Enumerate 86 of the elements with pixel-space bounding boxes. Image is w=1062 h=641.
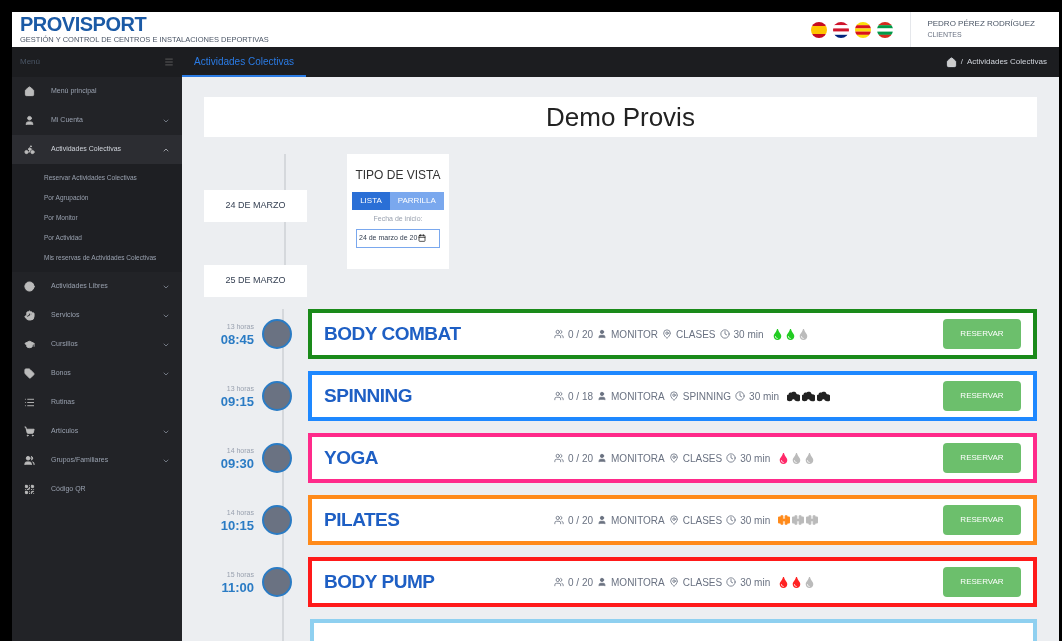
clock-icon — [726, 515, 737, 525]
location-pin-icon — [668, 515, 679, 525]
users-icon — [24, 455, 35, 466]
monitor-text: MONITOR — [611, 327, 659, 342]
intensity-dumbbell-icon — [792, 514, 805, 526]
page-title: Demo Provis — [204, 97, 1037, 137]
cart-icon — [24, 426, 35, 437]
activity-title: BODY COMBAT — [324, 321, 462, 346]
home-icon[interactable] — [945, 56, 957, 68]
duration-text: 30 min — [740, 575, 771, 590]
capacity-text: 0 / 20 — [568, 575, 594, 590]
clock-icon — [719, 329, 730, 339]
sidebar-title: Menú — [20, 56, 40, 68]
time-label: 10:15 — [220, 518, 254, 532]
duration-text: 30 min — [733, 327, 764, 342]
calendar-icon[interactable] — [418, 234, 427, 242]
user-icon — [597, 453, 608, 463]
place-text: CLASES — [676, 327, 716, 342]
clock-icon — [735, 391, 746, 401]
intensity-drop-icon — [791, 452, 803, 464]
activity-title: YOGA — [324, 445, 380, 470]
time-label: 09:30 — [220, 456, 254, 470]
ball-icon — [24, 281, 35, 292]
users-icon — [554, 515, 564, 525]
activity-title: SPINNING — [324, 383, 414, 408]
breadcrumb-separator: / — [960, 56, 963, 68]
bicycle-icon — [24, 144, 35, 155]
user-icon — [597, 515, 608, 525]
monitor-text: MONITORA — [611, 575, 665, 590]
intensity-dumbbell-icon — [806, 514, 819, 526]
activity-title: PILATES — [324, 507, 401, 532]
clock-icon — [726, 577, 737, 587]
flag-icon[interactable] — [810, 20, 829, 39]
time-label: 11:00 — [221, 580, 254, 594]
avatar-placeholder — [262, 381, 292, 411]
flag-icon[interactable] — [832, 20, 851, 39]
monitor-text: MONITORA — [611, 389, 665, 404]
qr-code-icon — [24, 484, 35, 495]
date-label: 24 DE MARZO — [204, 190, 307, 222]
user-icon — [597, 329, 608, 339]
view-toggle[interactable]: LISTA — [352, 192, 390, 210]
users-icon — [554, 453, 564, 463]
users-icon — [554, 577, 564, 587]
monitor-text: MONITORA — [611, 513, 665, 528]
logo[interactable]: PROVISPORT — [20, 13, 269, 34]
capacity-text: 0 / 20 — [568, 451, 594, 466]
place-text: SPINNING — [682, 389, 732, 404]
date-label: 25 DE MARZO — [204, 265, 307, 297]
user-icon — [597, 391, 608, 401]
user-icon — [597, 577, 608, 587]
place-text: CLASES — [682, 451, 723, 466]
location-pin-icon — [668, 391, 679, 401]
place-text: CLASES — [682, 513, 723, 528]
clock-icon — [726, 453, 737, 463]
avatar-placeholder — [262, 319, 292, 349]
breadcrumb-item[interactable]: Actividades Colectivas — [966, 56, 1047, 68]
duration-text: 30 min — [749, 389, 780, 404]
duration-text: 30 min — [740, 451, 771, 466]
avatar-placeholder — [262, 443, 292, 473]
time-label: 09:15 — [220, 394, 254, 408]
location-pin-icon — [668, 577, 679, 587]
intensity-drop-icon — [804, 452, 816, 464]
tag-icon — [24, 368, 35, 379]
capacity-text: 0 / 20 — [568, 513, 594, 528]
intensity-drop-icon — [797, 328, 809, 340]
avatar-placeholder — [262, 567, 292, 597]
capacity-text: 0 / 18 — [568, 389, 594, 404]
location-pin-icon — [668, 453, 679, 463]
home-icon — [24, 86, 35, 97]
graduation-cap-icon — [24, 339, 35, 350]
list-icon — [24, 397, 35, 408]
tab[interactable]: Actividades Colectivas — [182, 47, 307, 77]
location-pin-icon — [662, 329, 673, 339]
duration-text: 30 min — [740, 513, 771, 528]
user-icon — [24, 115, 35, 126]
monitor-text: MONITORA — [611, 451, 665, 466]
place-text: CLASES — [682, 575, 723, 590]
users-icon — [554, 391, 564, 401]
activity-title: BODY PUMP — [324, 569, 436, 594]
users-icon — [554, 329, 564, 339]
time-label: 08:45 — [220, 332, 254, 346]
avatar-placeholder — [262, 505, 292, 535]
intensity-drop-icon — [804, 576, 816, 588]
capacity-text: 0 / 20 — [568, 327, 594, 342]
panel-title: TIPO DE VISTA — [355, 167, 441, 184]
user-name[interactable]: PEDRO PÉREZ RODRÍGUEZ — [927, 18, 1035, 31]
